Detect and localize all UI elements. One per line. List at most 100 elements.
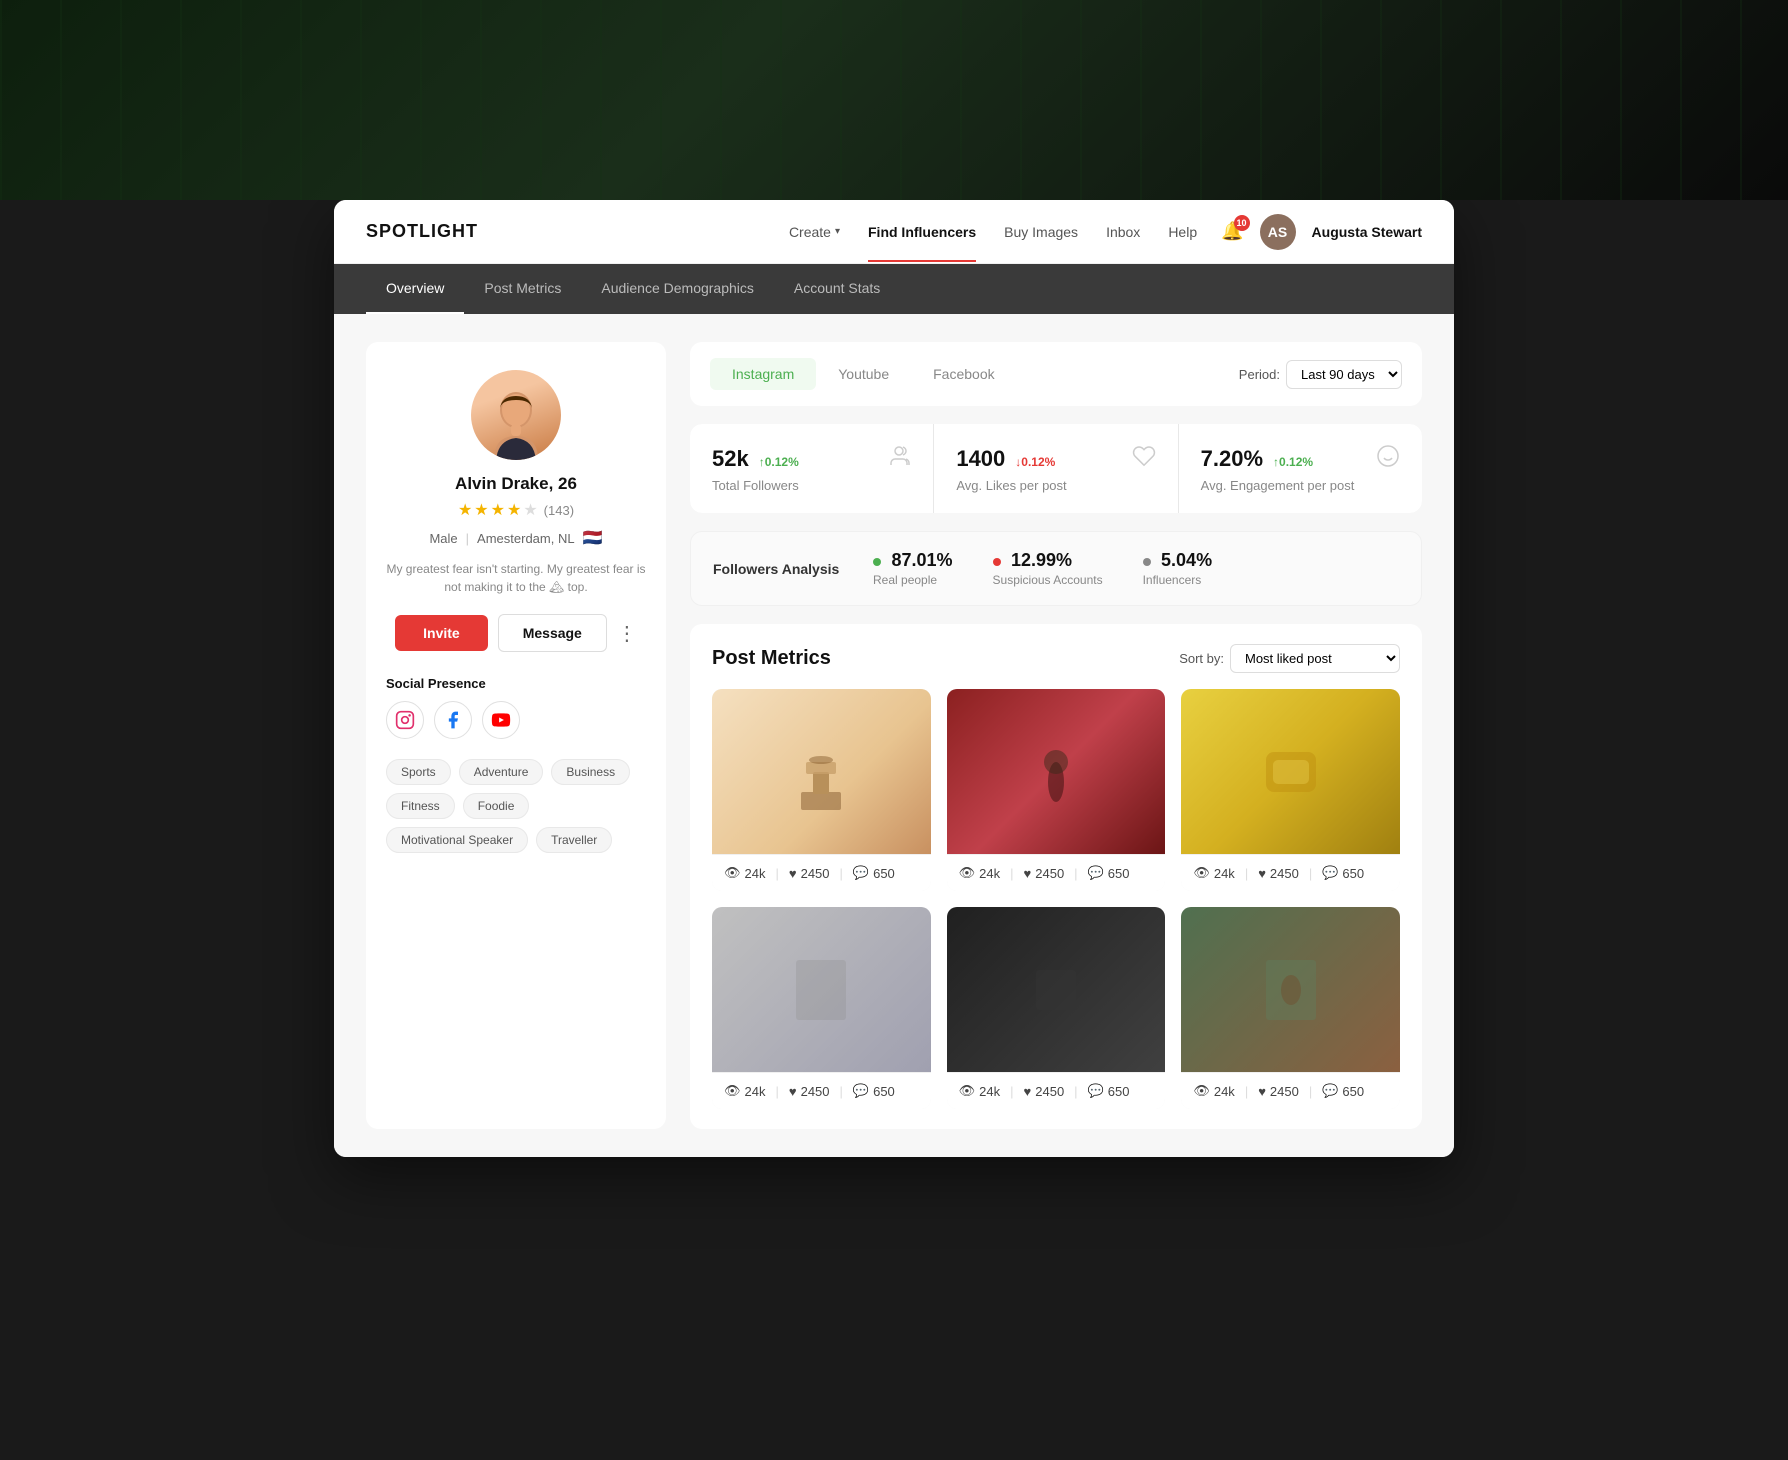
heart-icon: ♥ — [1024, 866, 1032, 881]
nav-inbox[interactable]: Inbox — [1106, 224, 1140, 240]
heart-icon: ♥ — [1258, 866, 1266, 881]
post-views: 👁 24k — [724, 1083, 765, 1099]
heart-icon: ♥ — [1024, 1084, 1032, 1099]
list-item[interactable]: 👁 24k | ♥ 2450 | 💬 650 — [947, 689, 1166, 891]
tag-adventure[interactable]: Adventure — [459, 759, 544, 785]
list-item[interactable]: 👁 24k | ♥ 2450 | 💬 650 — [1181, 689, 1400, 891]
followers-analysis: Followers Analysis 87.01% Real people 12… — [690, 531, 1422, 606]
eye-icon: 👁 — [724, 1083, 741, 1099]
tag-sports[interactable]: Sports — [386, 759, 451, 785]
tab-instagram[interactable]: Instagram — [710, 358, 816, 390]
suspicious-dot — [993, 558, 1001, 566]
nav-help[interactable]: Help — [1168, 224, 1197, 240]
fa-real-people: 87.01% Real people — [873, 550, 953, 587]
post-metrics-section: Post Metrics Sort by: Most liked post Mo… — [690, 624, 1422, 1129]
avatar: AS — [1260, 214, 1296, 250]
notification-bell[interactable]: 🔔 10 — [1221, 221, 1243, 242]
post-likes: ♥ 2450 — [789, 866, 830, 881]
hero-background — [0, 0, 1788, 200]
tag-business[interactable]: Business — [551, 759, 630, 785]
sort-by-label: Sort by: — [1179, 651, 1224, 666]
nav-find-influencers[interactable]: Find Influencers — [868, 224, 976, 240]
post-likes: ♥ 2450 — [1024, 1084, 1065, 1099]
gender-label: Male — [429, 531, 457, 546]
more-options-button[interactable]: ⋮ — [617, 621, 637, 646]
nav-create[interactable]: Create ▾ — [789, 224, 840, 240]
nav-buy-images[interactable]: Buy Images — [1004, 224, 1078, 240]
action-buttons: Invite Message ⋮ — [395, 614, 637, 652]
followers-label: Total Followers — [712, 478, 911, 493]
instagram-icon[interactable] — [386, 701, 424, 739]
platform-tabs-row: Instagram Youtube Facebook Period: Last … — [690, 342, 1422, 406]
tag-motivational-speaker[interactable]: Motivational Speaker — [386, 827, 528, 853]
notification-badge: 10 — [1234, 215, 1250, 231]
sort-dropdown[interactable]: Most liked post Most viewed post Most co… — [1230, 644, 1400, 673]
engagement-icon — [1376, 444, 1400, 474]
youtube-icon[interactable] — [482, 701, 520, 739]
heart-icon: ♥ — [789, 866, 797, 881]
profile-rating: ★ ★ ★ ★ ★ (143) — [458, 500, 574, 520]
real-people-label: Real people — [873, 573, 953, 587]
navbar: SPOTLIGHT Create ▾ Find Influencers Buy … — [334, 200, 1454, 264]
period-dropdown[interactable]: Last 90 days Last 30 days Last 7 days — [1286, 360, 1402, 389]
list-item[interactable]: 👁 24k | ♥ 2450 | 💬 650 — [1181, 907, 1400, 1109]
period-selector: Period: Last 90 days Last 30 days Last 7… — [1239, 360, 1402, 389]
period-label: Period: — [1239, 367, 1280, 382]
location-label: Amesterdam, NL — [477, 531, 575, 546]
comment-icon: 💬 — [853, 1083, 869, 1099]
post-likes: ♥ 2450 — [789, 1084, 830, 1099]
post-stats: 👁 24k | ♥ 2450 | 💬 650 — [1181, 1072, 1400, 1109]
post-stats: 👁 24k | ♥ 2450 | 💬 650 — [947, 854, 1166, 891]
heart-icon: ♥ — [789, 1084, 797, 1099]
post-stats: 👁 24k | ♥ 2450 | 💬 650 — [712, 1072, 931, 1109]
rating-count: (143) — [544, 503, 574, 518]
chevron-down-icon: ▾ — [835, 226, 840, 237]
tab-facebook[interactable]: Facebook — [911, 358, 1016, 390]
list-item[interactable]: 👁 24k | ♥ 2450 | 💬 650 — [947, 907, 1166, 1109]
post-image-5 — [947, 907, 1166, 1072]
list-item[interactable]: 👁 24k | ♥ 2450 | 💬 650 — [712, 689, 931, 891]
stat-avg-likes: 1400 ↓0.12% Avg. Likes per post — [934, 424, 1177, 513]
tab-audience-demographics[interactable]: Audience Demographics — [581, 264, 774, 314]
tab-overview[interactable]: Overview — [366, 264, 464, 314]
profile-name: Alvin Drake, 26 — [455, 474, 577, 494]
tag-foodie[interactable]: Foodie — [463, 793, 530, 819]
eye-icon: 👁 — [959, 865, 976, 881]
influencers-label: Influencers — [1143, 573, 1213, 587]
user-name-label: Augusta Stewart — [1312, 224, 1422, 240]
tab-post-metrics[interactable]: Post Metrics — [464, 264, 581, 314]
post-likes: ♥ 2450 — [1258, 866, 1299, 881]
eye-icon: 👁 — [1193, 865, 1210, 881]
tag-fitness[interactable]: Fitness — [386, 793, 455, 819]
post-views: 👁 24k — [724, 865, 765, 881]
post-comments: 💬 650 — [1088, 1083, 1130, 1099]
message-button[interactable]: Message — [498, 614, 607, 652]
social-presence-title: Social Presence — [386, 676, 486, 691]
comment-icon: 💬 — [1088, 865, 1104, 881]
likes-value: 1400 — [956, 446, 1005, 472]
main-content: Alvin Drake, 26 ★ ★ ★ ★ ★ (143) Male | A… — [334, 314, 1454, 1157]
invite-button[interactable]: Invite — [395, 615, 488, 651]
post-comments: 💬 650 — [853, 865, 895, 881]
post-views: 👁 24k — [1193, 865, 1234, 881]
stat-total-followers: 52k ↑0.12% Total Followers — [690, 424, 933, 513]
influencers-dot — [1143, 558, 1151, 566]
engagement-value: 7.20% — [1201, 446, 1263, 472]
sort-by-control: Sort by: Most liked post Most viewed pos… — [1179, 644, 1400, 673]
post-comments: 💬 650 — [1088, 865, 1130, 881]
tag-traveller[interactable]: Traveller — [536, 827, 612, 853]
eye-icon: 👁 — [959, 1083, 976, 1099]
post-metrics-title: Post Metrics — [712, 647, 831, 670]
comment-icon: 💬 — [1322, 1083, 1338, 1099]
tab-account-stats[interactable]: Account Stats — [774, 264, 900, 314]
post-comments: 💬 650 — [1322, 865, 1364, 881]
post-stats: 👁 24k | ♥ 2450 | 💬 650 — [1181, 854, 1400, 891]
post-grid: 👁 24k | ♥ 2450 | 💬 650 — [712, 689, 1400, 1109]
suspicious-label: Suspicious Accounts — [993, 573, 1103, 587]
list-item[interactable]: 👁 24k | ♥ 2450 | 💬 650 — [712, 907, 931, 1109]
stat-avg-engagement: 7.20% ↑0.12% Avg. Engagement — [1179, 424, 1422, 513]
post-views: 👁 24k — [1193, 1083, 1234, 1099]
facebook-icon[interactable] — [434, 701, 472, 739]
social-icons — [386, 701, 520, 739]
tab-youtube[interactable]: Youtube — [816, 358, 911, 390]
